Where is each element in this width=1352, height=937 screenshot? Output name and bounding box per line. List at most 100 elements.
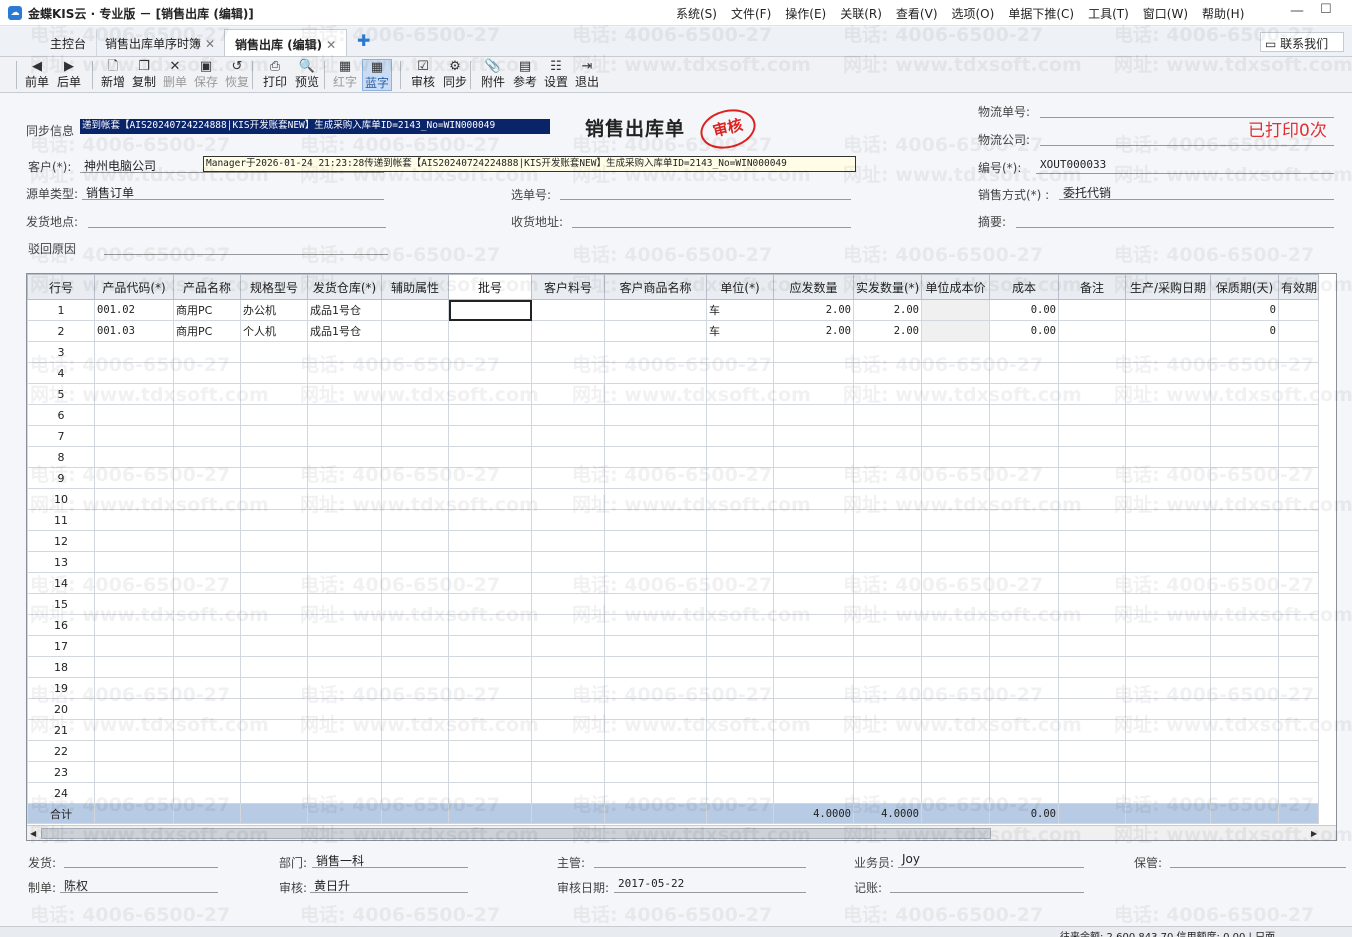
grid-cell[interactable] bbox=[1278, 467, 1319, 489]
grid-cell[interactable]: 2.00 bbox=[773, 299, 854, 321]
grid-cell[interactable] bbox=[531, 677, 605, 699]
menu-item[interactable]: 窗口(W) bbox=[1143, 5, 1188, 22]
grid-cell[interactable] bbox=[706, 488, 774, 510]
grid-cell[interactable] bbox=[604, 593, 707, 615]
grid-cell[interactable] bbox=[989, 719, 1059, 741]
grid-cell[interactable] bbox=[531, 740, 605, 762]
grid-cell[interactable] bbox=[773, 488, 854, 510]
grid-cell[interactable] bbox=[773, 656, 854, 678]
grid-cell[interactable] bbox=[94, 698, 174, 720]
grid-cell[interactable] bbox=[853, 530, 922, 552]
grid-cell[interactable] bbox=[989, 362, 1059, 384]
copy-button[interactable]: ❐ 复制 bbox=[129, 59, 159, 91]
grid-cell[interactable] bbox=[94, 677, 174, 699]
grid-cell[interactable] bbox=[448, 341, 532, 363]
grid-cell[interactable] bbox=[1058, 719, 1126, 741]
grid-cell[interactable] bbox=[773, 425, 854, 447]
grid-cell[interactable] bbox=[307, 593, 382, 615]
grid-cell[interactable] bbox=[773, 614, 854, 636]
grid-cell[interactable] bbox=[240, 614, 308, 636]
grid-cell[interactable] bbox=[448, 740, 532, 762]
grid-cell[interactable]: 办公机 bbox=[240, 299, 308, 321]
grid-cell[interactable] bbox=[240, 740, 308, 762]
grid-cell[interactable]: 商用PC bbox=[173, 320, 241, 342]
grid-cell[interactable] bbox=[921, 719, 990, 741]
grid-cell[interactable] bbox=[773, 698, 854, 720]
grid-cell[interactable] bbox=[381, 614, 449, 636]
grid-cell[interactable] bbox=[989, 614, 1059, 636]
grid-cell[interactable] bbox=[94, 656, 174, 678]
grid-cell[interactable] bbox=[1210, 635, 1279, 657]
grid-cell[interactable]: 0 bbox=[1210, 320, 1279, 342]
grid-cell[interactable] bbox=[853, 782, 922, 804]
table-row[interactable]: 5 bbox=[27, 383, 1319, 405]
grid-cell[interactable] bbox=[1125, 698, 1211, 720]
grid-cell[interactable] bbox=[921, 740, 990, 762]
grid-cell[interactable] bbox=[448, 614, 532, 636]
menu-item[interactable]: 系统(S) bbox=[676, 5, 717, 22]
column-header[interactable]: 保质期(天) bbox=[1210, 274, 1279, 300]
table-row[interactable]: 20 bbox=[27, 698, 1319, 720]
grid-cell[interactable] bbox=[1210, 782, 1279, 804]
grid-cell[interactable] bbox=[1058, 698, 1126, 720]
grid-cell[interactable] bbox=[94, 551, 174, 573]
grid-cell[interactable] bbox=[706, 425, 774, 447]
keeper-input[interactable] bbox=[1170, 852, 1346, 868]
column-header[interactable]: 备注 bbox=[1058, 274, 1126, 300]
preview-button[interactable]: 🔍 预览 bbox=[292, 59, 322, 91]
grid-cell[interactable] bbox=[1125, 782, 1211, 804]
grid-cell[interactable] bbox=[448, 719, 532, 741]
grid-cell[interactable] bbox=[381, 677, 449, 699]
grid-cell[interactable] bbox=[1125, 530, 1211, 552]
grid-cell[interactable] bbox=[1278, 530, 1319, 552]
grid-cell[interactable] bbox=[448, 635, 532, 657]
grid-cell[interactable] bbox=[773, 719, 854, 741]
grid-cell[interactable]: 车 bbox=[706, 299, 774, 321]
grid-cell[interactable] bbox=[1125, 761, 1211, 783]
new-button[interactable]: 🗋 新增 bbox=[98, 59, 128, 91]
grid-cell[interactable] bbox=[1278, 551, 1319, 573]
grid-cell[interactable] bbox=[1210, 488, 1279, 510]
grid-cell[interactable] bbox=[94, 488, 174, 510]
grid-cell[interactable] bbox=[94, 446, 174, 468]
grid-cell[interactable] bbox=[381, 404, 449, 426]
table-row[interactable]: 18 bbox=[27, 656, 1319, 678]
sale-method-input[interactable]: 委托代销 bbox=[1059, 184, 1334, 200]
grid-cell[interactable] bbox=[381, 299, 449, 321]
grid-cell[interactable] bbox=[94, 530, 174, 552]
grid-cell[interactable] bbox=[921, 761, 990, 783]
menu-item[interactable]: 单据下推(C) bbox=[1008, 5, 1074, 22]
column-header[interactable]: 产品代码(*) bbox=[94, 274, 174, 300]
grid-cell[interactable] bbox=[853, 593, 922, 615]
grid-cell[interactable] bbox=[307, 446, 382, 468]
grid-cell[interactable] bbox=[706, 383, 774, 405]
table-row[interactable]: 17 bbox=[27, 635, 1319, 657]
grid-cell[interactable] bbox=[604, 698, 707, 720]
grid-cell[interactable] bbox=[240, 782, 308, 804]
grid-cell[interactable] bbox=[173, 425, 241, 447]
grid-cell[interactable] bbox=[448, 383, 532, 405]
grid-cell[interactable] bbox=[381, 656, 449, 678]
column-header[interactable]: 单位(*) bbox=[706, 274, 774, 300]
grid-cell[interactable] bbox=[1125, 341, 1211, 363]
grid-cell[interactable] bbox=[381, 551, 449, 573]
grid-cell[interactable] bbox=[853, 719, 922, 741]
grid-cell[interactable] bbox=[94, 593, 174, 615]
grid-cell[interactable] bbox=[921, 698, 990, 720]
grid-cell[interactable] bbox=[448, 656, 532, 678]
grid-cell[interactable] bbox=[989, 383, 1059, 405]
grid-cell[interactable] bbox=[94, 635, 174, 657]
grid-cell[interactable] bbox=[381, 740, 449, 762]
table-row[interactable]: 14 bbox=[27, 572, 1319, 594]
grid-cell[interactable] bbox=[1210, 593, 1279, 615]
column-header[interactable]: 应发数量 bbox=[773, 274, 854, 300]
reference-button[interactable]: ▤ 参考 bbox=[510, 59, 540, 91]
receive-addr-input[interactable] bbox=[572, 212, 851, 228]
grid-cell[interactable] bbox=[1278, 635, 1319, 657]
audit-date-input[interactable]: 2017-05-22 bbox=[614, 877, 806, 893]
grid-cell[interactable] bbox=[1125, 614, 1211, 636]
table-row[interactable]: 21 bbox=[27, 719, 1319, 741]
grid-cell[interactable] bbox=[921, 488, 990, 510]
grid-cell[interactable] bbox=[307, 698, 382, 720]
dept-input[interactable]: 销售一科 bbox=[312, 852, 468, 868]
